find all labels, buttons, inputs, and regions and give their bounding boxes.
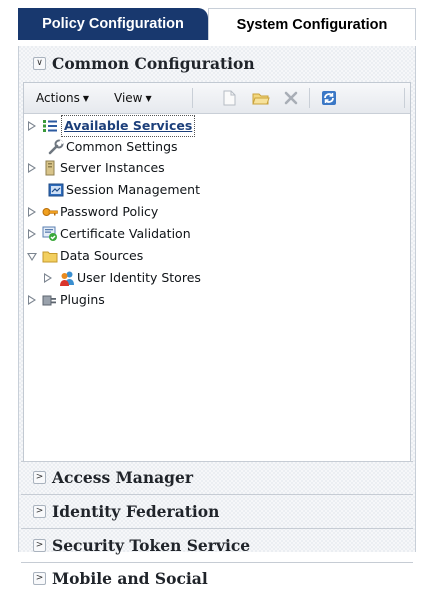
folder-icon	[42, 251, 58, 263]
tree-node-label: User Identity Stores	[77, 270, 201, 285]
caret-down-icon: ▼	[145, 94, 152, 103]
section-title: Access Manager	[52, 468, 193, 487]
caret-down-icon: ▼	[82, 94, 89, 103]
collapse-arrow-icon[interactable]	[27, 253, 37, 261]
tree-node-label: Common Settings	[66, 139, 178, 154]
common-configuration-title: Common Configuration	[52, 54, 255, 73]
key-icon	[42, 208, 58, 216]
new-document-icon[interactable]	[220, 89, 238, 107]
tree-node-session-management[interactable]: Session Management	[24, 180, 404, 200]
view-menu[interactable]: View ▼	[114, 91, 152, 105]
tree-node-label: Data Sources	[60, 248, 144, 263]
tree-node-certificate-validation[interactable]: Certificate Validation	[24, 224, 404, 244]
tree-node-label: Available Services	[60, 115, 196, 137]
section-title: Mobile and Social	[52, 569, 208, 588]
tree-node-password-policy[interactable]: Password Policy	[24, 202, 404, 222]
tree-node-label: Plugins	[60, 292, 105, 307]
tree-node-server-instances[interactable]: Server Instances	[24, 158, 404, 178]
tree-node-label: Password Policy	[60, 204, 159, 219]
tree-node-user-identity-stores[interactable]: User Identity Stores	[24, 268, 404, 288]
session-icon	[48, 183, 64, 197]
identity-federation-header[interactable]: > Identity Federation	[21, 498, 413, 526]
tree-node-common-settings[interactable]: Common Settings	[24, 137, 404, 157]
tree-toolbar: Actions ▼ View ▼	[24, 83, 410, 114]
chevron-right-icon: >	[33, 539, 46, 552]
delete-icon[interactable]	[282, 89, 300, 107]
toolbar-separator	[309, 88, 310, 108]
tree-node-data-sources[interactable]: Data Sources	[24, 246, 404, 266]
common-configuration-header[interactable]: ∨ Common Configuration	[21, 50, 413, 78]
refresh-icon[interactable]	[320, 89, 338, 107]
chevron-right-icon: >	[33, 471, 46, 484]
security-token-service-header[interactable]: > Security Token Service	[21, 532, 413, 560]
plugin-icon	[42, 295, 56, 306]
tree-node-label: Certificate Validation	[60, 226, 191, 241]
certificate-icon	[42, 226, 57, 241]
toolbar-separator	[404, 88, 405, 108]
expand-arrow-icon[interactable]	[44, 273, 52, 283]
section-divider	[21, 562, 413, 563]
expand-arrow-icon[interactable]	[28, 163, 36, 173]
tree-node-available-services[interactable]: Available Services	[24, 115, 404, 137]
expand-arrow-icon[interactable]	[28, 121, 36, 131]
access-manager-header[interactable]: > Access Manager	[21, 464, 413, 492]
tab-policy-configuration[interactable]: Policy Configuration	[18, 8, 208, 40]
open-folder-icon[interactable]	[252, 89, 270, 107]
configuration-accordion: ∨ Common Configuration Actions▼ View▼	[18, 46, 416, 588]
actions-menu-label: Actions	[36, 91, 80, 105]
services-list-icon	[43, 120, 57, 132]
expand-arrow-icon[interactable]	[28, 295, 36, 305]
tree-node-label: Server Instances	[60, 160, 165, 175]
tab-bar: Policy Configuration System Configuratio…	[0, 0, 425, 46]
server-icon	[45, 160, 55, 176]
tree-node-label: Session Management	[66, 182, 201, 197]
tab-system-configuration[interactable]: System Configuration	[208, 8, 416, 40]
tree-node-plugins[interactable]: Plugins	[24, 290, 404, 310]
chevron-right-icon: >	[33, 505, 46, 518]
section-title: Identity Federation	[52, 502, 220, 521]
common-configuration-panel: Actions ▼ View ▼ Available Services Comm…	[23, 82, 411, 462]
expand-arrow-icon[interactable]	[28, 229, 36, 239]
wrench-icon	[48, 139, 64, 155]
chevron-down-icon: ∨	[33, 57, 46, 70]
mobile-and-social-header[interactable]: > Mobile and Social	[21, 565, 413, 593]
toolbar-separator	[192, 88, 193, 108]
users-icon	[60, 271, 74, 286]
expand-arrow-icon[interactable]	[28, 207, 36, 217]
chevron-right-icon: >	[33, 572, 46, 585]
section-divider	[21, 528, 413, 529]
actions-menu[interactable]: Actions ▼	[36, 91, 89, 105]
section-divider	[21, 494, 413, 495]
section-title: Security Token Service	[52, 536, 251, 555]
section-divider	[21, 461, 413, 462]
view-menu-label: View	[114, 91, 143, 105]
